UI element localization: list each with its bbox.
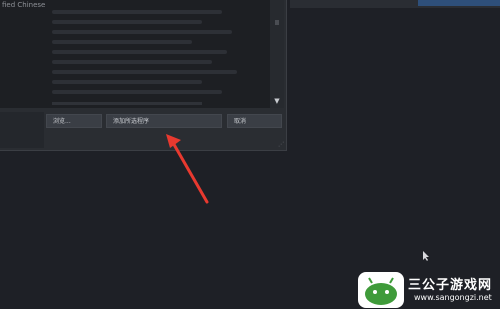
site-watermark: 三公子游戏网 www.sangongzi.net: [358, 266, 500, 309]
red-arrow-annotation: [166, 134, 209, 204]
android-logo-icon: [358, 272, 404, 308]
mouse-cursor-icon: [423, 251, 429, 261]
watermark-title: 三公子游戏网: [408, 278, 493, 293]
arrow-shaft: [170, 139, 209, 204]
watermark-url: www.sangongzi.net: [414, 293, 492, 302]
